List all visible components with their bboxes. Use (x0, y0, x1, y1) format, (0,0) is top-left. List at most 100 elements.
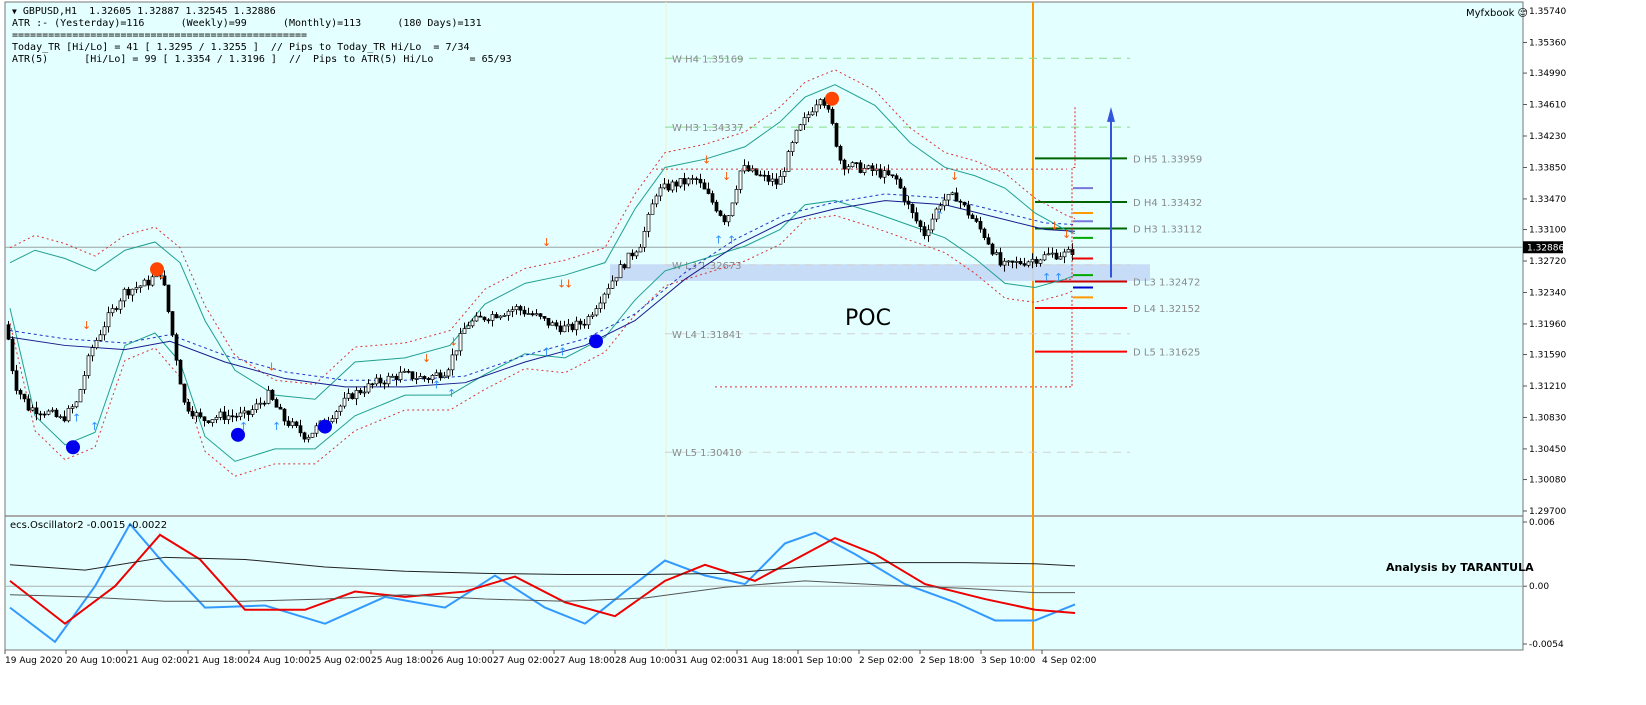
bull-candle (454, 350, 459, 356)
y-tick-label: 1.30080 (1529, 476, 1566, 486)
bull-candle (786, 151, 791, 172)
bull-candle (502, 314, 507, 317)
bear-candle (170, 311, 175, 336)
bear-candle (202, 416, 207, 422)
bear-candle (406, 370, 411, 373)
bear-candle (538, 313, 543, 317)
bear-candle (906, 200, 911, 205)
bear-candle (774, 178, 779, 185)
bull-candle (30, 407, 35, 411)
bull-candle (150, 276, 155, 286)
bear-candle (230, 415, 235, 418)
bear-candle (478, 315, 483, 318)
bull-candle (434, 372, 439, 376)
y-tick-label: 1.32720 (1529, 257, 1566, 267)
buy-arrow: ↑ (72, 412, 81, 425)
bear-candle (282, 408, 287, 422)
bull-candle (142, 279, 147, 287)
bull-candle (50, 409, 55, 412)
bear-candle (62, 416, 67, 422)
buy-arrow: ↑ (558, 345, 567, 358)
dropdown-triangle-icon[interactable]: ▼ (12, 7, 17, 16)
bull-candle (950, 192, 955, 195)
x-tick-label: 21 Aug 02:00 (127, 656, 188, 666)
bull-candle (374, 377, 379, 385)
bear-candle (186, 401, 191, 412)
y-tick-label: 1.34230 (1529, 132, 1566, 142)
bear-candle (394, 375, 399, 380)
osc-y-tick-label: 0.00 (1529, 582, 1549, 592)
bull-candle (650, 203, 655, 215)
symbol-line: ▼ GBPUSD,H1 1.32605 1.32887 1.32545 1.32… (12, 6, 276, 17)
bull-candle (242, 410, 247, 414)
bear-candle (918, 220, 923, 228)
bear-candle (270, 389, 275, 400)
high-signal-dot (825, 91, 839, 106)
bear-candle (894, 175, 899, 180)
x-tick-label: 20 Aug 10:00 (66, 656, 127, 666)
bull-candle (346, 393, 351, 399)
bull-candle (462, 328, 467, 334)
bull-candle (802, 117, 807, 126)
daily-pivot-label: D H5 1.33959 (1133, 154, 1202, 165)
buy-arrow: ↑ (1042, 271, 1051, 284)
low-signal-dot (66, 440, 80, 455)
y-tick-label: 1.32340 (1529, 288, 1566, 298)
x-tick-label: 21 Aug 18:00 (188, 656, 249, 666)
bull-candle (654, 195, 659, 205)
bull-candle (814, 104, 819, 113)
bull-candle (534, 313, 539, 316)
bear-candle (18, 390, 23, 395)
bull-candle (1014, 261, 1019, 263)
bull-candle (994, 252, 999, 255)
bear-candle (222, 411, 227, 420)
bull-candle (606, 288, 611, 295)
bull-candle (926, 229, 931, 237)
bear-candle (902, 187, 907, 202)
price-chart[interactable]: W H4 1.35169 W H3 1.34337 W L3 1.32673 W L4… (0, 0, 1646, 705)
atr5-line: ATR(5) [Hi/Lo] = 99 [ 1.3354 / 1.3196 ] … (12, 54, 512, 65)
bull-candle (1066, 249, 1071, 253)
bull-candle (194, 412, 199, 417)
bear-candle (146, 279, 151, 286)
bull-candle (446, 369, 451, 377)
osc-y-tick-label: -0.0054 (1529, 640, 1564, 650)
bear-candle (370, 383, 375, 386)
low-signal-dot (589, 334, 603, 349)
y-tick-label: 1.35360 (1529, 38, 1566, 48)
bear-candle (206, 420, 211, 423)
osc-y-tick-label: 0.006 (1529, 518, 1555, 528)
bull-candle (266, 389, 271, 404)
weekly-pivot-label: W L3 1.32673 (672, 261, 742, 272)
bear-candle (286, 420, 291, 426)
x-tick-label: 2 Sep 18:00 (920, 656, 975, 666)
y-tick-label: 1.35740 (1529, 7, 1566, 17)
buy-arrow: ↑ (1054, 271, 1063, 284)
smiley-icon: ☺ (1517, 8, 1528, 19)
current-price-label: 1.32886 (1527, 243, 1564, 253)
bull-candle (414, 378, 419, 380)
bull-candle (778, 176, 783, 185)
bear-candle (486, 319, 491, 322)
bear-candle (570, 323, 575, 331)
buy-arrow: ↑ (542, 345, 551, 358)
bear-candle (278, 406, 283, 410)
sell-arrow: ↓ (1062, 228, 1071, 241)
bull-candle (742, 165, 747, 172)
bull-candle (122, 288, 127, 302)
bull-candle (514, 306, 519, 311)
buy-arrow: ↑ (432, 379, 441, 392)
bear-candle (826, 105, 831, 110)
bear-candle (966, 204, 971, 216)
sell-arrow: ↓ (542, 236, 551, 249)
bull-candle (510, 309, 515, 312)
bull-candle (790, 142, 795, 152)
bull-candle (238, 412, 243, 417)
bull-candle (110, 308, 115, 314)
bear-candle (14, 370, 19, 391)
bull-candle (1046, 253, 1051, 256)
bull-candle (450, 354, 455, 371)
bull-candle (882, 170, 887, 178)
bull-candle (98, 334, 103, 341)
bull-candle (314, 425, 319, 434)
